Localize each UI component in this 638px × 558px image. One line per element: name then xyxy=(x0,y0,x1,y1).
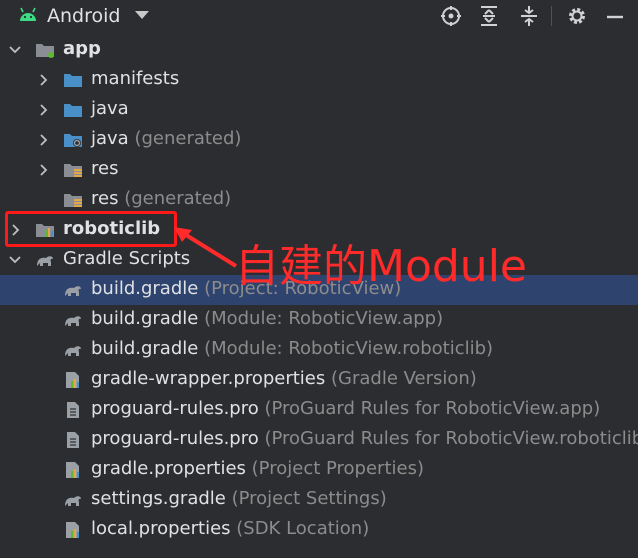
toolbar-divider xyxy=(551,6,552,26)
tree-item-manifests[interactable]: manifests xyxy=(0,65,638,95)
tree-item-label: manifests xyxy=(91,68,180,89)
gradle-icon xyxy=(65,346,81,356)
tree-item-label: java xyxy=(91,98,129,119)
gradle-icon xyxy=(65,316,81,326)
tree-item-build-gradle-app[interactable]: build.gradle (Module: RoboticView.app) xyxy=(0,305,638,335)
annotation-highlight-box xyxy=(5,211,177,247)
tree-item-label: res xyxy=(91,158,119,179)
chevron-right-icon[interactable] xyxy=(37,73,49,87)
view-selector-label[interactable]: Android xyxy=(47,5,120,27)
tree-item-label: java (generated) xyxy=(91,128,242,149)
tree-item-java[interactable]: java xyxy=(0,95,638,125)
generated-folder-icon xyxy=(64,134,82,147)
tree-item-label: proguard-rules.pro (ProGuard Rules for R… xyxy=(91,428,638,449)
tree-item-proguard-rules-app[interactable]: proguard-rules.pro (ProGuard Rules for R… xyxy=(0,395,638,425)
folder-icon xyxy=(64,104,82,117)
gradle-icon xyxy=(65,286,81,296)
text-file-icon xyxy=(67,402,79,418)
tree-item-proguard-rules-roboticlib[interactable]: proguard-rules.pro (ProGuard Rules for R… xyxy=(0,425,638,455)
chevron-down-icon[interactable] xyxy=(9,253,21,267)
chevron-right-icon[interactable] xyxy=(37,133,49,147)
tree-item-label: build.gradle (Module: RoboticView.roboti… xyxy=(91,338,494,359)
tree-item-settings-gradle[interactable]: settings.gradle (Project Settings) xyxy=(0,485,638,515)
folder-icon xyxy=(64,74,82,87)
text-file-icon xyxy=(67,432,79,448)
properties-icon xyxy=(66,372,79,388)
tree-item-app[interactable]: app xyxy=(0,35,638,65)
tree-item-java-generated[interactable]: java (generated) xyxy=(0,125,638,155)
minimize-icon[interactable] xyxy=(604,5,626,27)
settings-icon[interactable] xyxy=(566,5,588,27)
gradle-icon xyxy=(37,256,53,266)
tree-item-label: gradle-wrapper.properties (Gradle Versio… xyxy=(91,368,477,389)
properties-icon xyxy=(66,522,79,538)
annotation-arrow-icon xyxy=(174,227,238,268)
chevron-right-icon[interactable] xyxy=(37,163,49,177)
tree-item-label: proguard-rules.pro (ProGuard Rules for R… xyxy=(91,398,601,419)
tree-item-local-properties[interactable]: local.properties (SDK Location) xyxy=(0,515,638,545)
res-folder-icon xyxy=(64,194,82,207)
locate-icon[interactable] xyxy=(440,5,462,27)
module-folder-icon xyxy=(36,44,54,58)
tree-item-gradle-properties[interactable]: gradle.properties (Project Properties) xyxy=(0,455,638,485)
tree-item-gradle-wrapper-properties[interactable]: gradle-wrapper.properties (Gradle Versio… xyxy=(0,365,638,395)
gradle-icon xyxy=(65,496,81,506)
tree-item-label: build.gradle (Module: RoboticView.app) xyxy=(91,308,444,329)
collapse-all-icon[interactable] xyxy=(518,5,540,27)
annotation-label: 自建的Module xyxy=(235,241,527,292)
tree-item-label: settings.gradle (Project Settings) xyxy=(91,488,387,509)
tree-item-label: gradle.properties (Project Properties) xyxy=(91,458,424,479)
tree-item-build-gradle-roboticlib[interactable]: build.gradle (Module: RoboticView.roboti… xyxy=(0,335,638,365)
chevron-down-icon[interactable] xyxy=(9,43,21,57)
chevron-down-icon[interactable] xyxy=(135,11,149,19)
res-folder-icon xyxy=(64,164,82,177)
tree-item-label: res (generated) xyxy=(91,188,232,209)
android-icon xyxy=(20,7,36,21)
tree-item-res[interactable]: res xyxy=(0,155,638,185)
expand-all-icon[interactable] xyxy=(478,5,500,27)
project-toolbar: Android xyxy=(0,0,638,32)
properties-icon xyxy=(66,462,79,478)
chevron-right-icon[interactable] xyxy=(37,103,49,117)
tree-item-label: local.properties (SDK Location) xyxy=(91,518,370,539)
tree-item-label: app xyxy=(63,38,101,59)
